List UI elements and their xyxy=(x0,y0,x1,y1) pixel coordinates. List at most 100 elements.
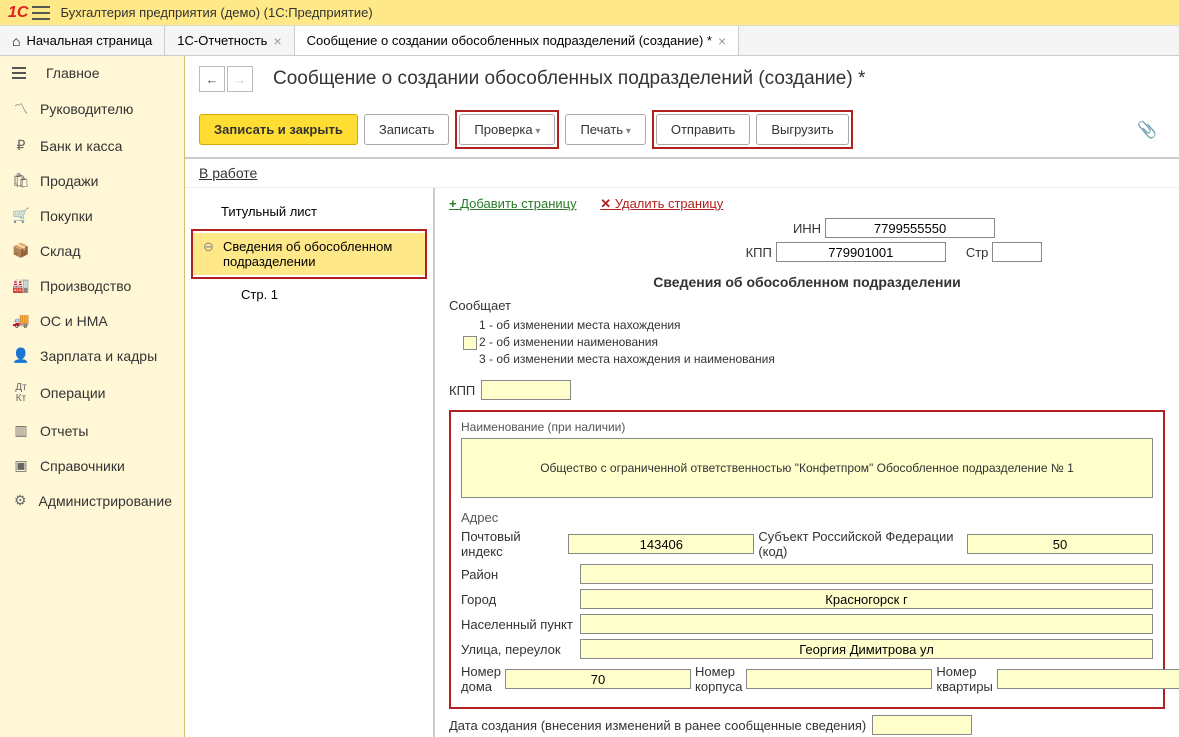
korp-field[interactable] xyxy=(746,669,932,689)
page-label: Стр xyxy=(966,245,989,260)
nav-adm[interactable]: ⚙ Администрирование xyxy=(0,483,184,518)
delete-page-link[interactable]: Удалить страницу xyxy=(600,196,723,211)
tab-message[interactable]: Сообщение о создании обособленных подраз… xyxy=(295,26,740,55)
nav-os[interactable]: 🚚 ОС и НМА xyxy=(0,303,184,338)
nav-label: Покупки xyxy=(40,208,93,224)
nav-ref[interactable]: ▣ Справочники xyxy=(0,448,184,483)
nav-prod[interactable]: 🏭 Производство xyxy=(0,268,184,303)
tree-page1[interactable]: Стр. 1 xyxy=(191,283,427,302)
forward-button[interactable]: → xyxy=(227,66,253,92)
main-menu-icon[interactable] xyxy=(32,6,50,20)
tab-home[interactable]: ⌂ Начальная страница xyxy=(0,26,165,55)
save-button[interactable]: Записать xyxy=(364,114,450,145)
nav-ops[interactable]: Дт КтОперации xyxy=(0,373,184,413)
report-type-input[interactable] xyxy=(463,336,477,350)
name-label: Наименование (при наличии) xyxy=(461,420,1153,434)
street-field[interactable] xyxy=(580,639,1153,659)
print-button[interactable]: Печать xyxy=(565,114,645,145)
home-icon: ⌂ xyxy=(12,33,20,49)
person-icon: 👤 xyxy=(12,347,30,364)
attachment-icon[interactable]: 📎 xyxy=(1129,116,1165,144)
title-bar: 1C Бухгалтерия предприятия (демо) (1С:Пр… xyxy=(0,0,1179,26)
close-icon[interactable]: × xyxy=(718,33,726,49)
street-label: Улица, переулок xyxy=(461,642,576,657)
ruble-icon: ₽ xyxy=(12,137,30,154)
nav-label: Руководителю xyxy=(40,101,133,117)
house-label: Номер дома xyxy=(461,664,501,694)
nav-bank[interactable]: ₽ Банк и касса xyxy=(0,128,184,163)
date-field[interactable] xyxy=(872,715,972,735)
factory-icon: 🏭 xyxy=(12,277,30,294)
kpp-label: КПП xyxy=(746,245,772,260)
tab-label: 1С-Отчетность xyxy=(177,33,267,48)
nav-stock[interactable]: 📦Склад xyxy=(0,233,184,268)
tab-reporting[interactable]: 1С-Отчетность × xyxy=(165,26,294,55)
tree-panel: Титульный лист ⊖ Сведения об обособленно… xyxy=(185,188,435,737)
nav-label: Администрирование xyxy=(39,493,173,509)
check-highlight: Проверка xyxy=(455,110,559,149)
nav-label: Главное xyxy=(46,65,100,81)
nav-rep[interactable]: ▥ Отчеты xyxy=(0,413,184,448)
nav-toggle[interactable]: Главное xyxy=(0,56,184,90)
subj-label: Субъект Российской Федерации (код) xyxy=(758,529,963,559)
inn-field[interactable] xyxy=(825,218,995,238)
bars-icon: ▥ xyxy=(12,422,30,439)
close-icon[interactable]: × xyxy=(273,33,281,49)
kv-field[interactable] xyxy=(997,669,1179,689)
nav-label: ОС и НМА xyxy=(40,313,108,329)
truck-icon: 🚚 xyxy=(12,312,30,329)
nav-label: Справочники xyxy=(40,458,125,474)
name-field[interactable]: Общество с ограниченной ответственностью… xyxy=(461,438,1153,498)
kv-label: Номер квартиры xyxy=(936,664,992,694)
send-button[interactable]: Отправить xyxy=(656,114,750,145)
collapse-icon[interactable]: ⊖ xyxy=(203,239,214,255)
subj-field[interactable] xyxy=(967,534,1153,554)
cart-icon: 🛒 xyxy=(12,207,30,224)
idx-field[interactable] xyxy=(568,534,754,554)
nav-label: Продажи xyxy=(40,173,98,189)
tree-label: Сведения об обособленном подразделении xyxy=(223,239,392,269)
raion-field[interactable] xyxy=(580,564,1153,584)
nav-sal[interactable]: 👤Зарплата и кадры xyxy=(0,338,184,373)
nav-label: Банк и касса xyxy=(40,138,122,154)
nav-label: Склад xyxy=(40,243,81,259)
opt2: 2 - об изменении наименования xyxy=(479,334,658,351)
export-button[interactable]: Выгрузить xyxy=(756,114,848,145)
house-field[interactable] xyxy=(505,669,691,689)
idx-label: Почтовый индекс xyxy=(461,529,564,559)
nav-lead[interactable]: 〽Руководителю xyxy=(0,90,184,128)
nav-sales[interactable]: 🛍 Продажи xyxy=(0,163,184,198)
form-panel: Добавить страницу Удалить страницу ИНН К… xyxy=(435,188,1179,737)
nasp-label: Населенный пункт xyxy=(461,617,576,632)
main-highlight-box: Наименование (при наличии) Общество с ог… xyxy=(449,410,1165,709)
nasp-field[interactable] xyxy=(580,614,1153,634)
send-export-highlight: Отправить Выгрузить xyxy=(652,110,853,149)
kpp-field[interactable] xyxy=(776,242,946,262)
save-close-button[interactable]: Записать и закрыть xyxy=(199,114,358,145)
city-field[interactable] xyxy=(580,589,1153,609)
raion-label: Район xyxy=(461,567,576,582)
left-nav: Главное 〽Руководителю ₽ Банк и касса 🛍 Про… xyxy=(0,56,185,737)
nav-label: Операции xyxy=(40,385,106,401)
nav-label: Производство xyxy=(40,278,131,294)
page-title: Сообщение о создании обособленных подраз… xyxy=(199,66,1165,90)
nav-buy[interactable]: 🛒 Покупки xyxy=(0,198,184,233)
tree-section[interactable]: ⊖ Сведения об обособленном подразделении xyxy=(193,233,425,275)
opt1: 1 - об изменении места нахождения xyxy=(479,317,681,334)
tab-label: Начальная страница xyxy=(26,33,152,48)
book-icon: ▣ xyxy=(12,457,30,474)
check-button[interactable]: Проверка xyxy=(459,114,555,145)
bag-icon: 🛍 xyxy=(12,172,30,189)
status[interactable]: В работе xyxy=(185,159,1179,188)
opt3: 3 - об изменении места нахождения и наим… xyxy=(479,351,775,368)
nav-label: Отчеты xyxy=(40,423,88,439)
add-page-link[interactable]: Добавить страницу xyxy=(449,196,577,211)
inn-label: ИНН xyxy=(793,221,821,236)
tree-title-page[interactable]: Титульный лист xyxy=(191,198,427,225)
kpp2-field[interactable] xyxy=(481,380,571,400)
page-field[interactable] xyxy=(992,242,1042,262)
back-button[interactable]: ← xyxy=(199,66,225,92)
section-title: Сведения об обособленном подразделении xyxy=(449,274,1165,290)
gear-icon: ⚙ xyxy=(12,492,29,509)
tab-label: Сообщение о создании обособленных подраз… xyxy=(307,33,712,48)
